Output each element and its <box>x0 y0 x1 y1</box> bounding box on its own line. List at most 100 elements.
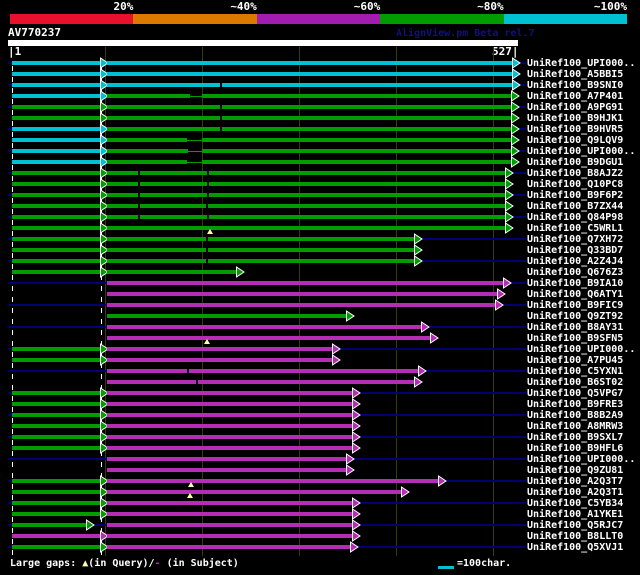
hsp-bar-left <box>12 138 100 142</box>
gap-notch <box>138 215 140 219</box>
hit-label: UniRef100_C5YXN1 <box>527 366 624 377</box>
hit-label: UniRef100_C5YB34 <box>527 498 624 509</box>
hit-label: UniRef100_A7PU45 <box>527 355 624 366</box>
gap-notch <box>207 193 209 197</box>
gap-notch <box>206 248 208 252</box>
hsp-bar-left <box>12 534 100 538</box>
hsp-bar-right <box>107 336 430 340</box>
legend-prefix: Large gaps: <box>10 558 83 569</box>
gap-notch <box>138 193 140 197</box>
query-gap-marker <box>204 339 210 344</box>
hsp-bar-left <box>12 215 100 219</box>
hsp-bar-right <box>107 127 511 131</box>
hit-label: UniRef100_Q9ZT92 <box>527 311 624 322</box>
hit-label: UniRef100_A9PG91 <box>527 102 624 113</box>
hsp-bar-right <box>107 248 414 252</box>
hit-label: UniRef100_A2Q3T7 <box>527 476 624 487</box>
hsp-bar-right <box>107 545 350 549</box>
subject-gap-line <box>187 140 202 141</box>
hsp-bar-right <box>107 237 414 241</box>
ruler-start-label: |1 <box>8 45 22 58</box>
hit-label: UniRef100_Q9LQV9 <box>527 135 624 146</box>
hsp-bar-left <box>12 413 100 417</box>
alignview-canvas: 20% ~40% ~60% ~80% ~100% AV770237 AlignView.… <box>0 0 640 575</box>
arrowhead-icon <box>505 222 514 234</box>
hit-label: UniRef100_Q9ZU81 <box>527 465 624 476</box>
hit-label: UniRef100_UPI000.. <box>527 146 636 157</box>
arrowhead-icon <box>421 321 430 333</box>
arrowhead-icon <box>495 299 504 311</box>
hit-label: UniRef100_A8MRW3 <box>527 421 624 432</box>
hsp-bar-right <box>107 523 352 527</box>
hit-label: UniRef100_A2Z4J4 <box>527 256 624 267</box>
hsp-bar-left <box>12 94 100 98</box>
hsp-bar-right <box>107 512 352 516</box>
gap-notch <box>207 171 209 175</box>
arrowhead-icon <box>414 255 423 267</box>
identity-scale-label: ~100% <box>593 0 627 13</box>
arrowhead-icon <box>430 332 439 344</box>
arrowhead-icon <box>346 310 355 322</box>
gap-notch <box>207 182 209 186</box>
hsp-bar-right <box>107 259 414 263</box>
hsp-bar-left <box>12 501 100 505</box>
hit-label: UniRef100_B8AY31 <box>527 322 624 333</box>
hsp-bar-right <box>107 369 418 373</box>
hsp-bar-left <box>12 171 100 175</box>
hsp-bar-left <box>12 127 100 131</box>
hsp-bar-left <box>12 523 86 527</box>
scale-line-icon <box>438 566 454 569</box>
identity-scale-segment <box>503 14 627 24</box>
hit-label: UniRef100_B8LLT0 <box>527 531 624 542</box>
hsp-bar-left <box>12 259 100 263</box>
hit-label: UniRef100_Q5RJC7 <box>527 520 624 531</box>
hsp-bar-right <box>107 215 505 219</box>
scale-line-label: =100char. <box>457 558 512 569</box>
query-bar <box>8 40 518 46</box>
hsp-bar-left <box>12 270 100 274</box>
arrowhead-icon <box>332 354 341 366</box>
hit-label: UniRef100_C5WRL1 <box>527 223 624 234</box>
identity-scale-label: ~40% <box>230 0 257 13</box>
hit-label: UniRef100_Q6ATY1 <box>527 289 624 300</box>
hsp-bar-right <box>107 226 505 230</box>
arrowhead-icon <box>438 475 447 487</box>
hsp-bar-right <box>107 314 346 318</box>
hit-label: UniRef100_B9HVR5 <box>527 124 624 135</box>
hsp-bar-right <box>107 61 512 65</box>
hsp-bar-right <box>107 303 495 307</box>
hit-label: UniRef100_A5BBI5 <box>527 69 624 80</box>
hsp-bar-right <box>107 105 511 109</box>
hsp-bar-left <box>12 358 100 362</box>
watermark: AlignView.pm Beta rel.7 <box>396 28 535 39</box>
hit-label: UniRef100_Q676Z3 <box>527 267 624 278</box>
hit-label: UniRef100_B9F6P2 <box>527 190 624 201</box>
hsp-bar-right <box>107 347 332 351</box>
identity-scale-segment <box>380 14 504 24</box>
hsp-bar-left <box>12 545 100 549</box>
hsp-bar-right <box>107 193 505 197</box>
hit-label: UniRef100_B9DGU1 <box>527 157 624 168</box>
identity-scale-label: 20% <box>113 0 134 13</box>
hsp-bar-right <box>107 325 421 329</box>
hit-label: UniRef100_B8AJZ2 <box>527 168 624 179</box>
hit-label: UniRef100_B8B2A9 <box>527 410 624 421</box>
hit-label: UniRef100_Q7XH72 <box>527 234 624 245</box>
gap-notch <box>220 127 222 131</box>
gap-notch <box>138 171 140 175</box>
query-gap-marker <box>207 229 213 234</box>
hsp-bar-right <box>107 160 511 164</box>
hit-label: UniRef100_B9SNI0 <box>527 80 624 91</box>
hsp-bar-right <box>107 292 497 296</box>
hsp-bar-left <box>12 391 100 395</box>
hsp-bar-left <box>12 193 100 197</box>
hsp-bar-left <box>12 105 100 109</box>
hit-label: UniRef100_B6ST02 <box>527 377 624 388</box>
hit-label: UniRef100_Q5VPG7 <box>527 388 624 399</box>
identity-scale-segment <box>10 14 134 24</box>
hsp-bar-left <box>12 435 100 439</box>
hsp-bar-right <box>107 424 352 428</box>
gap-notch <box>220 83 222 87</box>
query-id: AV770237 <box>8 26 61 39</box>
hit-label: UniRef100_A2Q3T1 <box>527 487 624 498</box>
